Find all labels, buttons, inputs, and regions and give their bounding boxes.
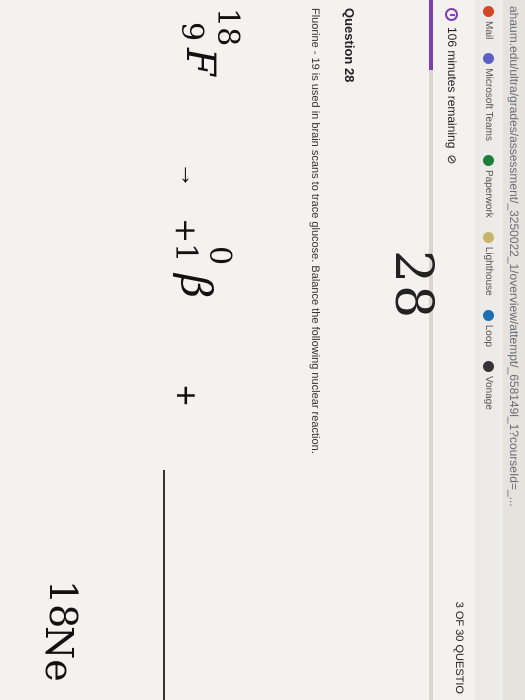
beta-mass: 0 <box>202 246 237 266</box>
timer: 106 minutes remaining ⊘ <box>445 8 459 164</box>
bookmark-lighthouse[interactable]: Lighthouse <box>483 231 495 296</box>
bookmark-label: Loop <box>483 324 495 347</box>
url-text: ahaum.edu/ultra/grades/assessment/_32500… <box>507 6 521 507</box>
bookmark-loop[interactable]: Loop <box>483 309 495 347</box>
bookmark-vonage[interactable]: Vonage <box>483 360 495 410</box>
address-bar[interactable]: ahaum.edu/ultra/grades/assessment/_32500… <box>503 0 525 700</box>
beta-charge: +1 <box>168 218 203 263</box>
bookmark-label: Paperwork <box>483 169 495 218</box>
neon-mass: 18 <box>41 580 85 629</box>
neon-nuclide: 18 Ne <box>0 580 85 700</box>
paperwork-icon <box>483 154 495 166</box>
reactant-atomic: 9 <box>174 22 209 42</box>
question-counter: 3 OF 30 QUESTIO <box>453 601 465 694</box>
bookmark-mail[interactable]: Mail <box>483 6 495 40</box>
lighthouse-icon <box>483 231 495 243</box>
answer-blank[interactable] <box>163 470 165 700</box>
plus-sign: + <box>166 385 207 407</box>
progress-bar <box>429 0 433 700</box>
question-number-large: 28 <box>383 250 443 321</box>
neon-symbol: Ne <box>37 626 81 682</box>
bookmark-label: Lighthouse <box>483 246 495 296</box>
bookmark-teams[interactable]: Microsoft Teams <box>483 53 495 141</box>
reaction-arrow: → <box>175 162 205 188</box>
hide-timer-icon[interactable]: ⊘ <box>445 154 459 164</box>
teams-icon <box>483 53 495 65</box>
timer-text: 106 minutes remaining <box>445 27 459 149</box>
quiz-screen: ahaum.edu/ultra/grades/assessment/_32500… <box>0 0 525 700</box>
bookmark-label: Vonage <box>483 375 495 410</box>
question-title: Question 28 <box>342 8 357 83</box>
vonage-icon <box>483 360 495 372</box>
clock-icon <box>445 8 459 21</box>
bookmarks-bar: Mail Microsoft Teams Paperwork Lighthous… <box>475 0 503 700</box>
reactant-symbol: F <box>177 48 223 76</box>
beta-symbol: β <box>172 274 221 299</box>
progress-fill <box>429 0 433 70</box>
reactant-mass: 18 <box>210 8 245 47</box>
bookmark-label: Microsoft Teams <box>483 68 495 141</box>
question-text: Fluorine - 19 is used in brain scans to … <box>309 8 321 454</box>
bookmark-label: Mail <box>483 21 495 40</box>
office-icon <box>483 6 495 17</box>
timer-row: 106 minutes remaining ⊘ <box>427 0 467 700</box>
reactant-nuclide: 18 9 F <box>155 8 245 128</box>
bookmark-paperwork[interactable]: Paperwork <box>483 154 495 218</box>
loop-icon <box>483 309 495 321</box>
beta-nuclide: 0 +1 β <box>147 218 237 358</box>
